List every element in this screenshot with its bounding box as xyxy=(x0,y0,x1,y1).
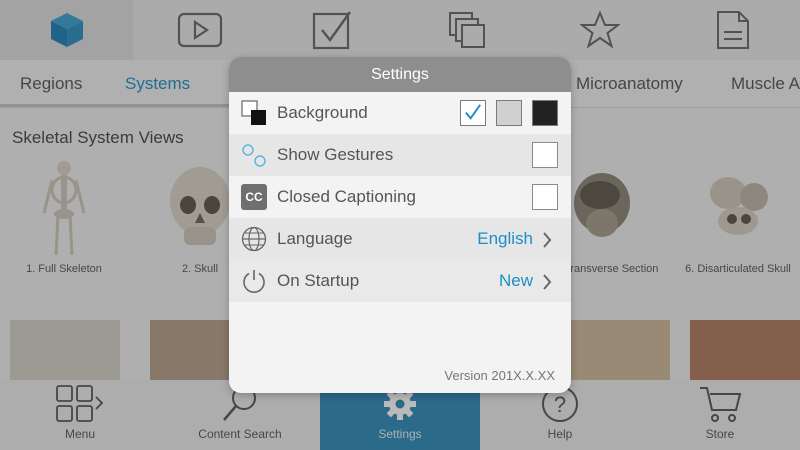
on-startup-label: On Startup xyxy=(277,271,360,290)
background-black-swatch[interactable] xyxy=(532,100,558,126)
background-gray-swatch[interactable] xyxy=(496,100,522,126)
chevron-right-icon xyxy=(543,274,552,290)
closed-captioning-icon: CC xyxy=(241,184,267,210)
closed-captioning-checkbox[interactable] xyxy=(532,184,558,210)
on-startup-value: New xyxy=(498,271,533,290)
chevron-right-icon xyxy=(543,232,552,248)
cc-icon-text: CC xyxy=(245,190,263,204)
language-row[interactable]: Language English xyxy=(229,218,571,260)
globe-icon xyxy=(241,226,267,252)
show-gestures-checkbox[interactable] xyxy=(532,142,558,168)
gestures-icon xyxy=(242,144,266,167)
show-gestures-row[interactable]: Show Gestures xyxy=(229,134,571,176)
version-text: Version 201X.X.XX xyxy=(444,368,555,383)
background-light-swatch[interactable] xyxy=(460,100,486,126)
settings-dialog: Settings Background Show Gestures CC Clo… xyxy=(229,57,571,393)
language-label: Language xyxy=(277,229,353,248)
show-gestures-label: Show Gestures xyxy=(277,145,394,164)
settings-title: Settings xyxy=(229,57,571,92)
checkmark-icon xyxy=(465,104,481,120)
closed-captioning-label: Closed Captioning xyxy=(277,187,416,206)
background-row: Background xyxy=(229,92,571,134)
power-icon xyxy=(243,270,265,293)
background-label: Background xyxy=(277,103,368,122)
closed-captioning-row[interactable]: CC Closed Captioning xyxy=(229,176,571,218)
on-startup-row[interactable]: On Startup New xyxy=(229,260,571,302)
language-value: English xyxy=(477,229,533,248)
background-color-icon xyxy=(241,100,266,125)
